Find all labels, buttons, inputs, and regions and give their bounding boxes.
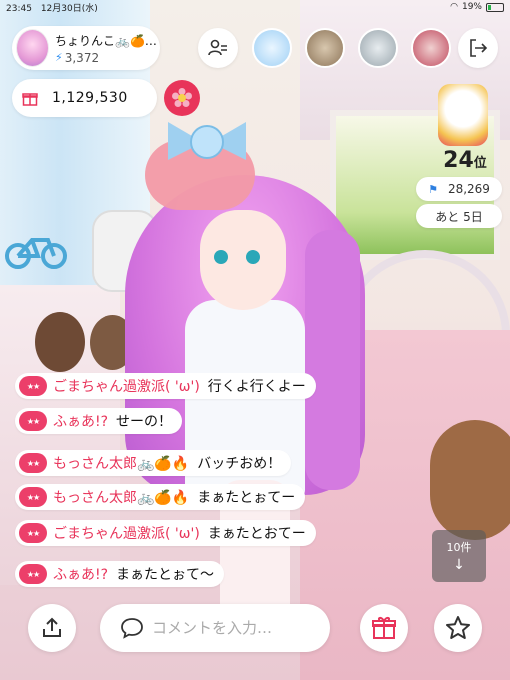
user-badge-icon: ★★ — [19, 376, 47, 396]
comment-item[interactable]: ★★ ふぁあ!? せーの！ — [15, 408, 183, 434]
user-badge-icon: ★★ — [19, 523, 47, 543]
comment-item[interactable]: ★★ ごまちゃん過激派( 'ω') 行くよ行くよー — [15, 373, 316, 399]
teddy-bear — [35, 312, 85, 372]
comment-item[interactable]: ★★ もっさん太郎🚲🍊🔥 まぁたとぉてー — [15, 484, 306, 510]
comment-user[interactable]: ごまちゃん過激派( 'ω') — [53, 523, 200, 543]
gift-total-counter[interactable]: 1,129,530 — [12, 79, 157, 117]
comment-message: まぁたとぉてー — [197, 490, 296, 506]
pillow — [430, 420, 510, 540]
comment-input-box[interactable] — [100, 604, 330, 652]
ranking-score-value: 28,269 — [447, 182, 490, 196]
wifi-icon: ◠ — [450, 2, 458, 12]
avatar-face — [200, 210, 286, 310]
host-profile-card[interactable]: ちょりんこ🚲🍊… ⚡ 3,372 — [12, 26, 160, 70]
ranking-remaining: あと 5日 — [416, 204, 502, 228]
comment-item[interactable]: ★★ ごまちゃん過激派( 'ω') まぁたとおてー — [15, 520, 316, 546]
host-name: ちょりんこ🚲🍊… — [55, 33, 157, 48]
bicycle-decoration — [5, 238, 67, 269]
ranking-score: ⚑ 28,269 — [416, 177, 502, 201]
user-badge-icon: ★★ — [19, 564, 47, 584]
comment-user[interactable]: ごまちゃん過激派( 'ω') — [53, 376, 200, 396]
gift-button[interactable] — [360, 604, 408, 652]
ranking-remaining-text: あと 5日 — [435, 209, 483, 224]
star-icon — [446, 616, 470, 639]
comment-user[interactable]: もっさん太郎🚲🍊🔥 — [53, 487, 189, 507]
ranking-mascot[interactable] — [438, 84, 488, 146]
flag-icon: ⚑ — [428, 182, 438, 196]
gift-total-amount: 1,129,530 — [52, 90, 128, 106]
viewer-avatar[interactable] — [411, 28, 451, 68]
user-badge-icon: ★★ — [19, 453, 47, 473]
user-badge-icon: ★★ — [19, 411, 47, 431]
status-date: 12月30日(水) — [40, 3, 98, 14]
share-button[interactable] — [28, 604, 76, 652]
exit-button[interactable] — [458, 28, 498, 68]
comment-message: バッチおめ！ — [197, 456, 282, 472]
rank-number: 24 — [443, 148, 474, 173]
comment-user[interactable]: ふぁあ!? — [53, 564, 108, 584]
ranking-position[interactable]: 24位 — [432, 148, 498, 173]
share-icon — [43, 617, 61, 637]
battery-percent: 19% — [461, 2, 482, 12]
new-comments-count: 10件 — [446, 541, 472, 554]
bolt-icon: ⚡ — [55, 51, 63, 64]
follow-list-button[interactable] — [198, 28, 238, 68]
avatar-eye — [246, 250, 260, 264]
comment-input[interactable] — [150, 618, 324, 638]
follow-list-icon — [208, 39, 227, 56]
flower-button[interactable] — [164, 80, 200, 116]
host-avatar[interactable] — [16, 29, 49, 67]
viewer-avatar[interactable] — [358, 28, 398, 68]
new-comments-button[interactable]: 10件 ↓ — [432, 530, 486, 582]
flower-icon — [172, 88, 192, 107]
comment-message: せーの！ — [116, 414, 173, 430]
comment-item[interactable]: ★★ ふぁあ!? まぁたとぉて〜 — [15, 561, 225, 587]
status-time: 23:45 — [6, 3, 32, 14]
exit-icon — [470, 39, 488, 57]
comment-message: 行くよ行くよー — [207, 379, 306, 395]
comment-message: まぁたとおてー — [207, 526, 306, 542]
speech-bubble-icon — [121, 618, 143, 639]
arrow-down-icon: ↓ — [453, 557, 465, 573]
battery-icon — [486, 2, 504, 12]
favorite-button[interactable] — [434, 604, 482, 652]
host-points-row: ⚡ 3,372 — [55, 51, 160, 65]
rank-unit: 位 — [473, 156, 487, 171]
candy-ornament — [168, 122, 246, 160]
gift-icon — [372, 617, 396, 639]
host-points: 3,372 — [64, 50, 100, 65]
status-bar: 23:45 12月30日(水) ◠ 19% — [0, 0, 510, 14]
viewer-avatar[interactable] — [252, 28, 292, 68]
viewer-avatar[interactable] — [305, 28, 345, 68]
avatar-hair — [305, 230, 360, 490]
comment-message: まぁたとぉて〜 — [116, 567, 215, 583]
avatar-eye — [214, 250, 228, 264]
comment-user[interactable]: ふぁあ!? — [53, 411, 108, 431]
gift-icon — [22, 93, 38, 106]
comment-item[interactable]: ★★ もっさん太郎🚲🍊🔥 バッチおめ！ — [15, 450, 292, 476]
comment-user[interactable]: もっさん太郎🚲🍊🔥 — [53, 453, 189, 473]
user-badge-icon: ★★ — [19, 487, 47, 507]
